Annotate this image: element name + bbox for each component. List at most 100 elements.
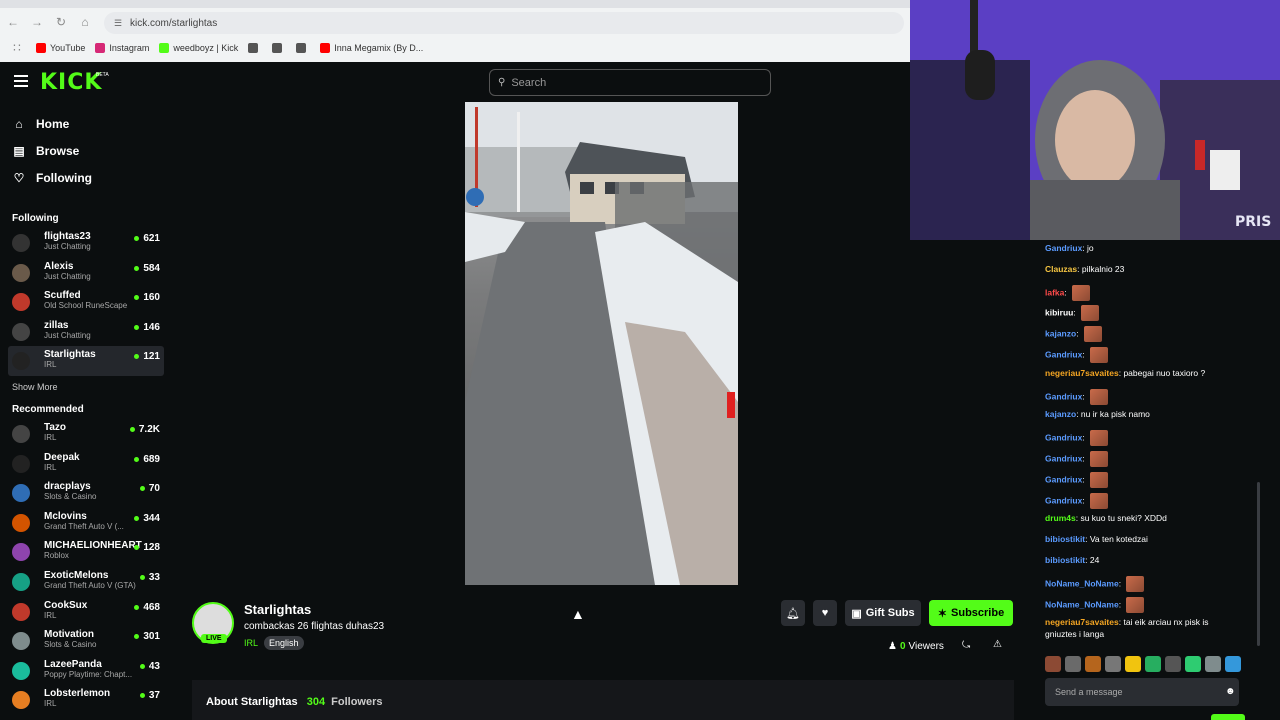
- chat-username[interactable]: NoName_NoName: [1045, 599, 1119, 609]
- back-icon[interactable]: ←: [2, 11, 24, 33]
- url-bar[interactable]: ☰ kick.com/starlightas: [104, 12, 904, 34]
- channel-avatar: [12, 572, 30, 591]
- channel-name: Alexis: [44, 260, 74, 272]
- chat-username[interactable]: Gandriux: [1045, 495, 1082, 505]
- show-more-link[interactable]: Show More: [0, 382, 172, 392]
- chat-username[interactable]: Gandriux: [1045, 453, 1082, 463]
- sidebar-channel-item[interactable]: Scuffed Old School RuneScape 160: [8, 287, 164, 317]
- sidebar-channel-item[interactable]: Tazo IRL 7.2K: [8, 419, 164, 449]
- quick-emote-icon[interactable]: [1225, 656, 1241, 672]
- sidebar-channel-item[interactable]: zillas Just Chatting 146: [8, 317, 164, 347]
- sidebar-channel-item[interactable]: ExoticMelons Grand Theft Auto V (GTA) 33: [8, 567, 164, 597]
- quick-emote-icon[interactable]: [1125, 656, 1141, 672]
- quick-emote-icon[interactable]: [1185, 656, 1201, 672]
- channel-name: Deepak: [44, 451, 80, 463]
- stream-language-tag[interactable]: English: [264, 636, 304, 650]
- chat-username[interactable]: Gandriux: [1045, 349, 1082, 359]
- site-info-icon[interactable]: ☰: [114, 18, 124, 28]
- nav-home[interactable]: ⌂ Home: [0, 110, 172, 137]
- chat-username[interactable]: lafka: [1045, 287, 1064, 297]
- chat-send-button[interactable]: [1211, 714, 1245, 720]
- quick-emote-icon[interactable]: [1165, 656, 1181, 672]
- channel-category: IRL: [44, 462, 57, 472]
- chat-username[interactable]: bibiostikit: [1045, 555, 1085, 565]
- sidebar-channel-item[interactable]: Alexis Just Chatting 584: [8, 258, 164, 288]
- bookmark-item[interactable]: [272, 43, 286, 53]
- channel-name: flightas23: [44, 231, 91, 242]
- search-input[interactable]: [511, 76, 752, 89]
- streamer-name[interactable]: Starlightas: [244, 602, 311, 617]
- notification-bell-button[interactable]: 🔔︎: [781, 600, 805, 626]
- chat-message: Gandriux:: [1045, 347, 1109, 363]
- reload-icon[interactable]: ↻: [50, 11, 72, 33]
- bookmark-item[interactable]: [248, 43, 262, 53]
- chat-username[interactable]: Gandriux: [1045, 243, 1082, 253]
- kick-logo[interactable]: KICK: [40, 70, 102, 95]
- menu-icon[interactable]: [14, 75, 28, 87]
- quick-emote-icon[interactable]: [1085, 656, 1101, 672]
- bookmark-item[interactable]: Inna Megamix (By D...: [320, 43, 423, 53]
- subscribe-button[interactable]: ✶ Subscribe: [929, 600, 1013, 626]
- live-dot-icon: [139, 574, 145, 580]
- live-dot-icon: [134, 295, 140, 301]
- search-box[interactable]: ⚲: [489, 69, 771, 96]
- chat-username[interactable]: NoName_NoName: [1045, 578, 1119, 588]
- chat-username[interactable]: negeriau7savaites: [1045, 368, 1119, 378]
- chat-username[interactable]: kajanzo: [1045, 409, 1076, 419]
- bookmark-item[interactable]: [296, 43, 310, 53]
- quick-emote-icon[interactable]: [1105, 656, 1121, 672]
- sidebar-channel-item[interactable]: Deepak IRL 689: [8, 449, 164, 479]
- nav-following[interactable]: ♡ Following: [0, 164, 172, 191]
- chat-username[interactable]: negeriau7savaites: [1045, 617, 1119, 627]
- chat-username[interactable]: bibiostikit: [1045, 534, 1085, 544]
- chat-input[interactable]: [1055, 687, 1215, 697]
- chat-input-box[interactable]: [1045, 678, 1239, 706]
- report-icon[interactable]: ⚠: [993, 639, 1002, 650]
- sidebar-channel-item[interactable]: Motivation Slots & Casino 301: [8, 626, 164, 656]
- follow-button[interactable]: ♥: [813, 600, 837, 626]
- share-icon[interactable]: ⤿: [962, 640, 970, 651]
- browse-icon: ▤: [13, 143, 25, 158]
- nav-browse[interactable]: ▤ Browse: [0, 137, 172, 164]
- forward-icon[interactable]: →: [26, 11, 48, 33]
- apps-grid-icon[interactable]: ∷: [6, 37, 28, 59]
- bookmark-item[interactable]: YouTube: [36, 43, 85, 53]
- chat-message: bibiostikit: Va ten kotedzai: [1045, 534, 1148, 544]
- chat-username[interactable]: Gandriux: [1045, 391, 1082, 401]
- sidebar-channel-item[interactable]: MICHAELIONHEART Roblox 128: [8, 537, 164, 567]
- chat-username[interactable]: kibiruu: [1045, 308, 1073, 318]
- sidebar-channel-item[interactable]: Lobsterlemon IRL 37: [8, 685, 164, 715]
- home-browser-icon[interactable]: ⌂: [74, 11, 96, 33]
- sidebar-channel-item[interactable]: LazeePanda Poppy Playtime: Chapt... 43: [8, 656, 164, 686]
- chat-username[interactable]: Gandriux: [1045, 474, 1082, 484]
- stream-category[interactable]: IRL: [244, 638, 258, 648]
- video-player[interactable]: [465, 102, 738, 585]
- webcam-watermark: PRIS: [1235, 214, 1271, 230]
- channel-viewer-count: 7.2K: [138, 423, 160, 435]
- chat-message: Gandriux:: [1045, 451, 1109, 467]
- chat-username[interactable]: drum4s: [1045, 513, 1076, 523]
- chat-scrollbar[interactable]: [1257, 482, 1260, 646]
- gift-subs-button[interactable]: ▣ Gift Subs: [845, 600, 921, 626]
- bookmark-item[interactable]: weedboyz | Kick: [159, 43, 238, 53]
- chat-username[interactable]: Clauzas: [1045, 264, 1077, 274]
- chat-colon: :: [1082, 432, 1088, 443]
- chat-username[interactable]: Gandriux: [1045, 432, 1082, 442]
- emoji-picker-icon[interactable]: ☻: [1225, 686, 1236, 697]
- bookmark-item[interactable]: Instagram: [95, 43, 149, 53]
- quick-emote-icon[interactable]: [1145, 656, 1161, 672]
- quick-emote-icon[interactable]: [1205, 656, 1221, 672]
- sidebar-channel-item[interactable]: flightas23 Just Chatting 621: [8, 228, 164, 258]
- emote-bar: [1045, 656, 1241, 672]
- channel-viewers: 43: [139, 661, 160, 672]
- channel-viewer-count: 584: [143, 262, 160, 274]
- sidebar-channel-item[interactable]: dracplays Slots & Casino 70: [8, 478, 164, 508]
- quick-emote-icon[interactable]: [1065, 656, 1081, 672]
- quick-emote-icon[interactable]: [1045, 656, 1061, 672]
- chat-username[interactable]: kajanzo: [1045, 328, 1076, 338]
- sidebar-channel-item[interactable]: Starlightas IRL 121: [8, 346, 164, 376]
- channel-avatar: [12, 691, 30, 710]
- sidebar-channel-item[interactable]: Mclovins Grand Theft Auto V (... 344: [8, 508, 164, 538]
- sidebar-channel-item[interactable]: CookSux IRL 468: [8, 597, 164, 627]
- gift-icon: ▣: [851, 607, 862, 620]
